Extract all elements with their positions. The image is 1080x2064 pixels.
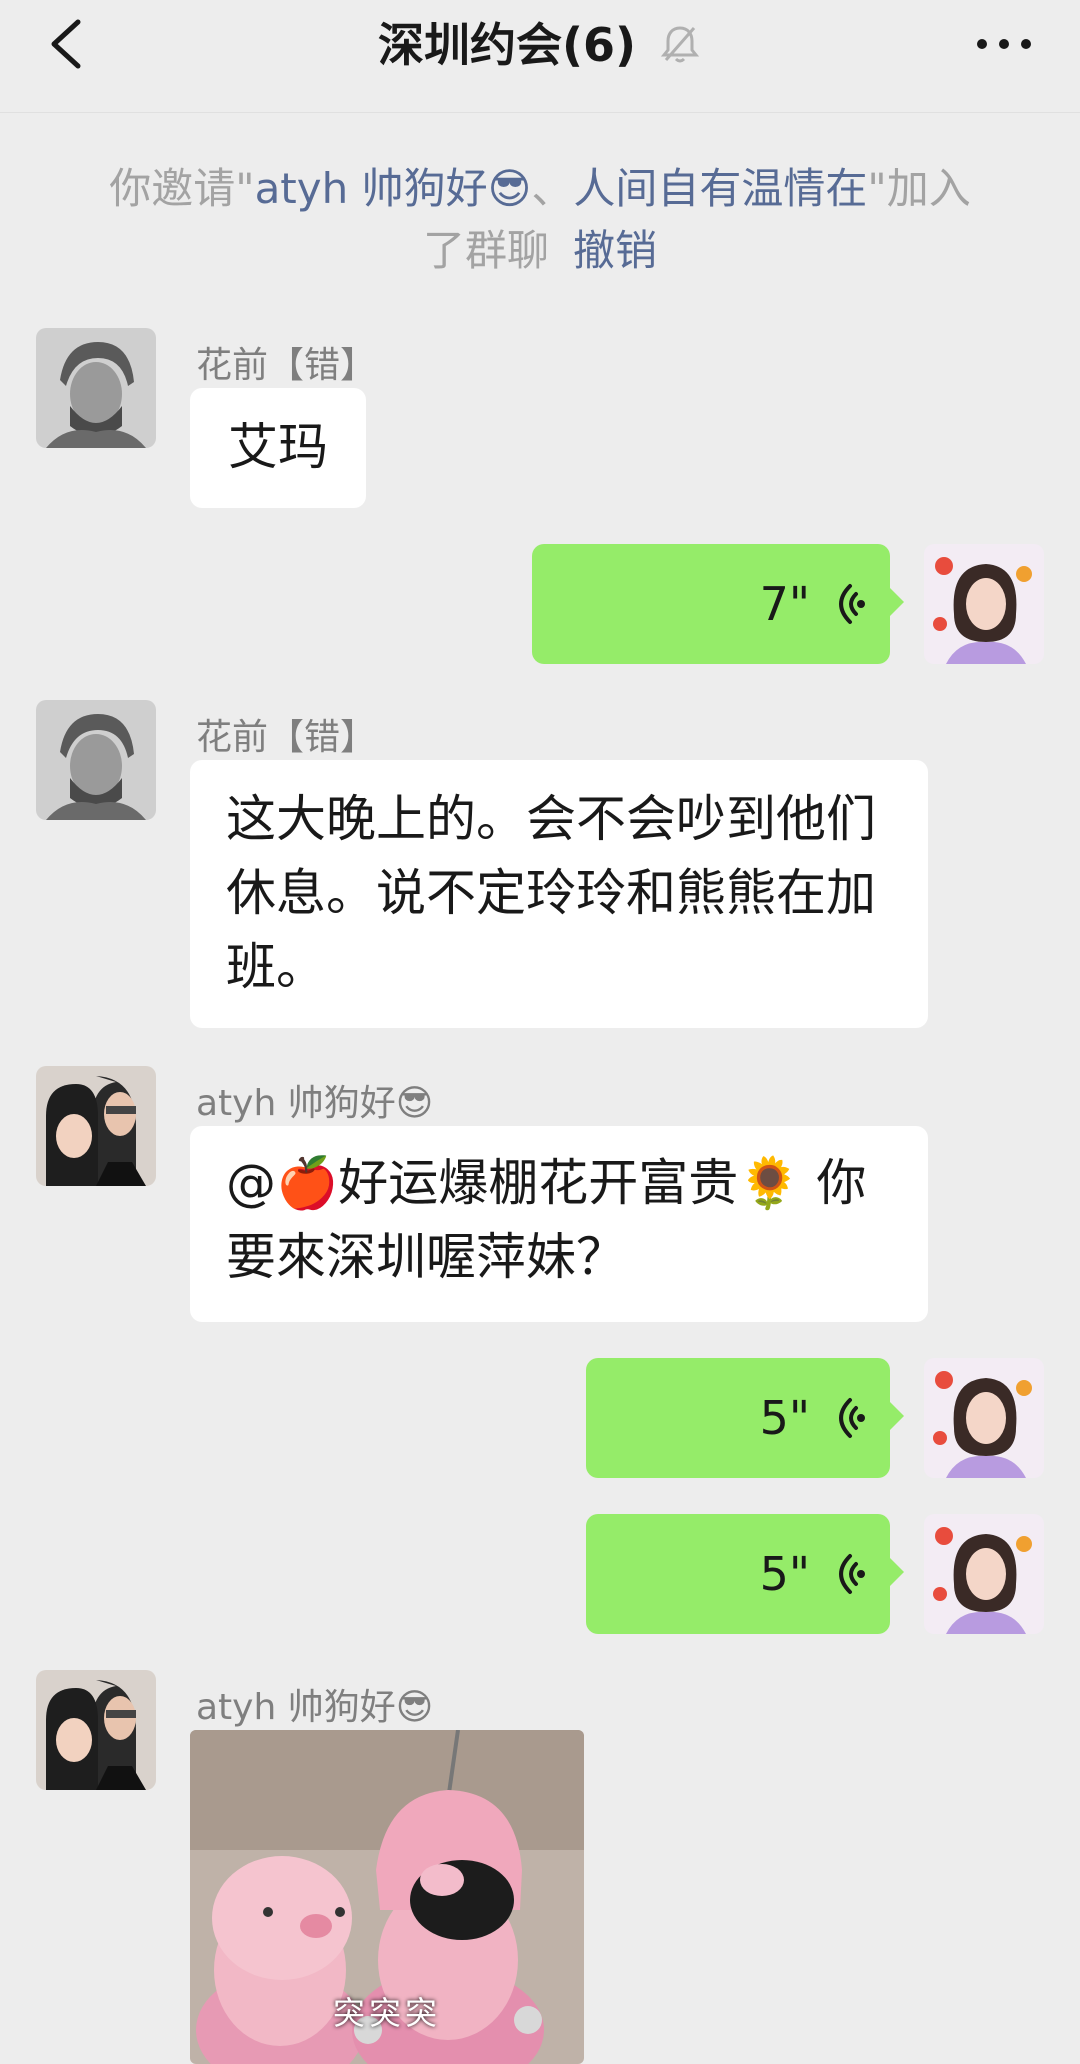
title-wrap: 深圳约会(6) [0, 10, 1080, 74]
avatar[interactable] [36, 1670, 156, 1790]
voice-duration: 7" [759, 577, 810, 631]
invitee-link[interactable]: atyh 帅狗好😎 [255, 164, 532, 213]
bell-off-icon [660, 26, 700, 63]
voice-message[interactable]: 5" [586, 1514, 904, 1634]
avatar[interactable] [36, 328, 156, 448]
sender-name: 花前【错】 [196, 345, 377, 386]
invitee-link[interactable]: 人间自有温情在 [573, 164, 867, 213]
avatar[interactable] [36, 1066, 156, 1186]
voice-duration: 5" [759, 1391, 810, 1445]
chat-header: 深圳约会(6) [0, 0, 1080, 113]
sys-msg-separator: 、 [531, 164, 574, 213]
avatar[interactable] [36, 700, 156, 820]
system-message: 你邀请"atyh 帅狗好😎、人间自有温情在"加入了群聊 撤销 [90, 158, 990, 282]
message-bubble[interactable]: @🍎好运爆棚花开富贵🌻 你要來深圳喔萍妹？ [190, 1126, 928, 1322]
voice-wave-icon [839, 1398, 865, 1438]
image-caption: 突突突 [332, 1994, 441, 2032]
sys-msg-text: 你邀请" [109, 164, 255, 213]
sender-name: 花前【错】 [196, 717, 377, 758]
voice-wave-icon [839, 1554, 865, 1594]
voice-duration: 5" [759, 1547, 810, 1601]
voice-message[interactable]: 7" [532, 544, 904, 664]
my-avatar[interactable] [924, 1358, 1044, 1478]
voice-message[interactable]: 5" [586, 1358, 904, 1478]
sender-name: atyh 帅狗好😎 [196, 1687, 434, 1728]
message-bubble[interactable]: 艾玛 [190, 388, 366, 508]
more-options-icon[interactable] [968, 18, 1040, 70]
voice-wave-icon [839, 584, 865, 624]
undo-link[interactable]: 撤销 [573, 226, 657, 275]
chat-title[interactable]: 深圳约会(6) [378, 9, 636, 75]
my-avatar[interactable] [924, 544, 1044, 664]
sender-name: atyh 帅狗好😎 [196, 1083, 434, 1124]
message-bubble[interactable]: 这大晚上的。会不会吵到他们休息。说不定玲玲和熊熊在加班。 [190, 760, 928, 1028]
image-message[interactable]: 突突突 [190, 1730, 584, 2064]
my-avatar[interactable] [924, 1514, 1044, 1634]
